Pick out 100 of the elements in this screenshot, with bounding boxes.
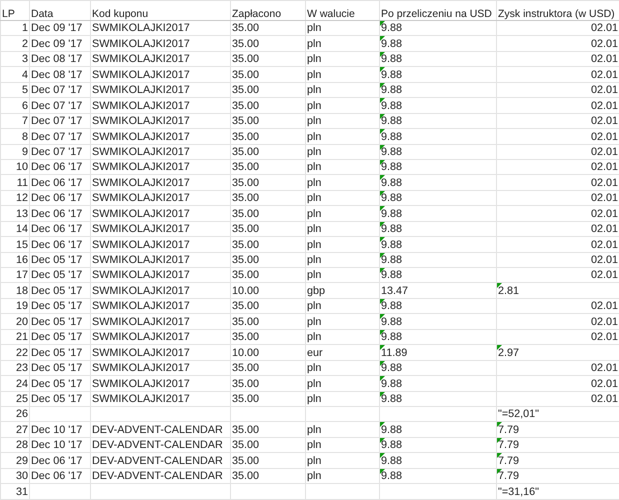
table-cell: 9.88 (380, 422, 496, 438)
table-cell: SWMIKOLAJKI2017 (90, 236, 230, 252)
table-cell: 9.88 (380, 221, 496, 237)
table-cell: 9.88 (380, 452, 496, 468)
table-cell: pln (306, 468, 380, 484)
table-cell: 9.88 (380, 20, 496, 36)
table-cell: SWMIKOLAJKI2017 (90, 159, 230, 175)
table-cell: 5 (0, 82, 30, 98)
table-cell: pln (306, 128, 380, 144)
table-cell: 10.00 (230, 282, 306, 298)
table-cell: 35.00 (230, 98, 306, 114)
table-cell: SWMIKOLAJKI2017 (90, 391, 230, 406)
table-cell: SWMIKOLAJKI2017 (90, 128, 230, 144)
table-cell: 30 (0, 468, 30, 484)
table-cell: pln (306, 268, 380, 283)
table-cell: 35.00 (230, 468, 306, 484)
table-cell: gbp (306, 282, 380, 298)
column-header: Kod kuponu (90, 0, 230, 20)
column-header: W walucie (306, 0, 380, 20)
table-cell: Dec 08 '17 (30, 66, 90, 82)
table-cell: 35.00 (230, 360, 306, 376)
table-cell: 9.88 (380, 113, 496, 129)
column-header: Zysk instruktora (w USD) (496, 0, 619, 20)
table-cell: pln (306, 422, 380, 438)
table-cell: 23 (0, 360, 30, 376)
table-cell: 9.88 (380, 159, 496, 175)
table-cell: pln (306, 206, 380, 222)
table-cell: DEV-ADVENT-CALENDAR (90, 452, 230, 468)
table-cell: Dec 06 '17 (30, 452, 90, 468)
table-cell: SWMIKOLAJKI2017 (90, 252, 230, 268)
table-cell: 35.00 (230, 159, 306, 175)
table-cell: SWMIKOLAJKI2017 (90, 314, 230, 330)
column-header: Po przeliczeniu na USD (380, 0, 496, 20)
table-cell: 35.00 (230, 221, 306, 237)
table-cell: pln (306, 376, 380, 391)
table-cell: SWMIKOLAJKI2017 (90, 20, 230, 36)
table-cell: 9.88 (380, 190, 496, 206)
table-cell: Dec 06 '17 (30, 468, 90, 484)
table-cell: Dec 05 '17 (30, 360, 90, 376)
table-cell: 10.00 (230, 344, 306, 360)
table-cell: Dec 06 '17 (30, 221, 90, 237)
table-cell: Dec 05 '17 (30, 344, 90, 360)
table-cell: pln (306, 159, 380, 175)
table-cell: 7.79 (496, 437, 619, 453)
table-cell: DEV-ADVENT-CALENDAR (90, 422, 230, 438)
table-cell: 20 (0, 314, 30, 330)
table-cell: Dec 06 '17 (30, 174, 90, 190)
table-cell: pln (306, 221, 380, 237)
table-cell: pln (306, 314, 380, 330)
table-cell: 9.88 (380, 268, 496, 283)
table-cell: pln (306, 329, 380, 345)
table-cell: DEV-ADVENT-CALENDAR (90, 468, 230, 484)
table-cell: pln (306, 98, 380, 114)
table-cell: 7.79 (496, 422, 619, 438)
table-cell: 18 (0, 282, 30, 298)
table-cell: 9.88 (380, 144, 496, 160)
table-cell: 2.81 (496, 282, 619, 298)
table-cell: 7.79 (496, 452, 619, 468)
table-cell: 9.88 (380, 128, 496, 144)
table-cell: SWMIKOLAJKI2017 (90, 360, 230, 376)
table-cell: 02.01 (496, 20, 619, 36)
table-cell: 2 (0, 36, 30, 52)
table-cell: SWMIKOLAJKI2017 (90, 329, 230, 345)
table-cell: pln (306, 190, 380, 206)
table-cell: Dec 07 '17 (30, 128, 90, 144)
table-cell: 1 (0, 20, 30, 36)
table-cell: 35.00 (230, 437, 306, 453)
table-cell: SWMIKOLAJKI2017 (90, 190, 230, 206)
table-cell: 7 (0, 113, 30, 129)
table-cell: Dec 07 '17 (30, 98, 90, 114)
table-cell: pln (306, 360, 380, 376)
table-cell: Dec 06 '17 (30, 159, 90, 175)
table-cell: pln (306, 82, 380, 98)
table-cell: 9.88 (380, 329, 496, 345)
table-cell: 17 (0, 268, 30, 283)
table-cell: 9 (0, 144, 30, 160)
table-cell: 35.00 (230, 51, 306, 67)
table-cell: Dec 09 '17 (30, 20, 90, 36)
table-cell: SWMIKOLAJKI2017 (90, 144, 230, 160)
table-cell: 9.88 (380, 82, 496, 98)
table-cell: pln (306, 66, 380, 82)
table-cell: 35.00 (230, 376, 306, 391)
table-cell: 9.88 (380, 468, 496, 484)
table-cell: 35.00 (230, 82, 306, 98)
table-cell: Dec 07 '17 (30, 113, 90, 129)
table-cell: 9.88 (380, 298, 496, 314)
table-cell: pln (306, 236, 380, 252)
table-cell: Dec 07 '17 (30, 82, 90, 98)
table-cell: 28 (0, 437, 30, 453)
table-cell: SWMIKOLAJKI2017 (90, 268, 230, 283)
table-cell: 9.88 (380, 360, 496, 376)
table-cell: 11 (0, 174, 30, 190)
table-cell: Dec 05 '17 (30, 298, 90, 314)
table-cell: SWMIKOLAJKI2017 (90, 174, 230, 190)
table-cell: pln (306, 20, 380, 36)
table-cell: Dec 05 '17 (30, 282, 90, 298)
table-cell: SWMIKOLAJKI2017 (90, 298, 230, 314)
table-cell: 35.00 (230, 391, 306, 406)
table-cell: Dec 05 '17 (30, 314, 90, 330)
table-cell: 35.00 (230, 144, 306, 160)
